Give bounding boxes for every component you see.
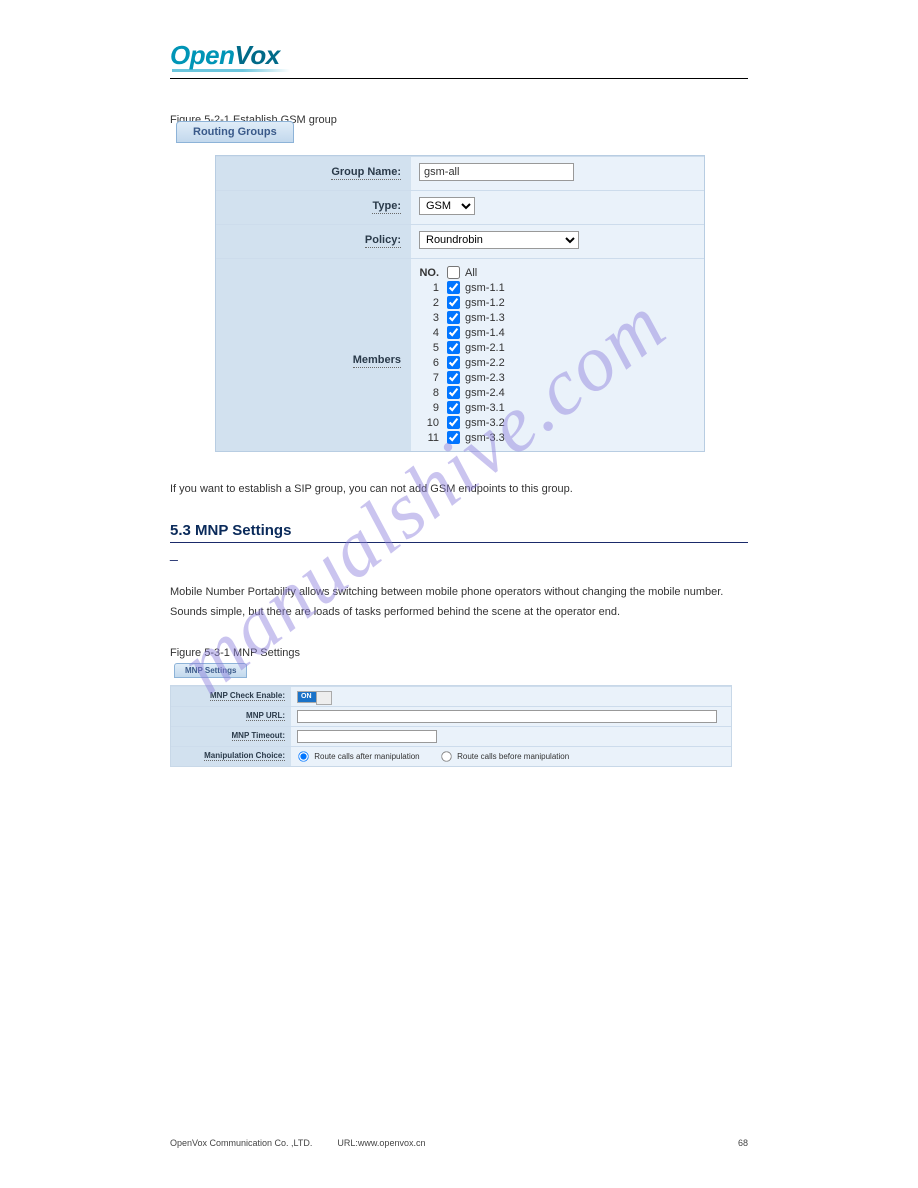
no-header: NO. [419,267,447,279]
member-name: gsm-2.3 [465,372,505,384]
member-no: 6 [419,357,447,369]
member-row: 7 gsm-2.3 [419,370,696,385]
member-checkbox[interactable] [447,341,460,354]
manipulation-row: Manipulation Choice: Route calls after m… [171,746,731,766]
mnp-timeout-row: MNP Timeout: [171,726,731,746]
member-row: 6 gsm-2.2 [419,355,696,370]
paragraph-2: Mobile Number Portability allows switchi… [170,583,748,623]
footer-company: OpenVox Communication Co. ,LTD. [170,1138,312,1148]
mnp-settings-panel: MNP Check Enable: ON MNP URL: MNP Timeou… [170,685,732,767]
member-row: 9 gsm-3.1 [419,400,696,415]
figure2-caption: Figure 5-3-1 MNP Settings [170,647,748,659]
manipulation-label: Manipulation Choice: [204,751,285,761]
policy-label: Policy: [365,234,401,248]
member-row: 8 gsm-2.4 [419,385,696,400]
mnp-timeout-input[interactable] [297,730,437,743]
radio-before[interactable] [441,752,451,762]
member-name: gsm-1.1 [465,282,505,294]
member-name: gsm-1.2 [465,297,505,309]
member-no: 7 [419,372,447,384]
member-checkbox[interactable] [447,371,460,384]
logo: OpenVox [170,40,748,72]
policy-select[interactable]: Roundrobin [419,231,579,249]
member-no: 1 [419,282,447,294]
mnp-enable-toggle[interactable]: ON [297,691,331,703]
member-name: gsm-1.4 [465,327,505,339]
group-name-label: Group Name: [331,166,401,180]
mnp-url-label: MNP URL: [246,711,285,721]
member-no: 8 [419,387,447,399]
member-name: gsm-3.1 [465,402,505,414]
member-name: gsm-3.2 [465,417,505,429]
footer-page: 68 [738,1138,748,1148]
section-heading: 5.3 MNP Settings [170,522,748,539]
radio-before-label[interactable]: Route calls before manipulation [440,752,569,761]
member-checkbox[interactable] [447,311,460,324]
radio-after[interactable] [298,752,308,762]
member-checkbox[interactable] [447,296,460,309]
mnp-settings-tab[interactable]: MNP Settings [174,663,247,678]
member-row: 2 gsm-1.2 [419,295,696,310]
group-name-row: Group Name: [216,156,704,190]
paragraph-1: If you want to establish a SIP group, yo… [170,480,748,500]
member-no: 5 [419,342,447,354]
mnp-url-row: MNP URL: [171,706,731,726]
type-label: Type: [372,200,401,214]
member-name: gsm-2.4 [465,387,505,399]
member-row: 4 gsm-1.4 [419,325,696,340]
members-row: Members NO. All 1 gsm-1.1 2 gsm-1.2 3 gsm-1.3… [216,258,704,451]
header-rule [170,78,748,79]
member-row: 3 gsm-1.3 [419,310,696,325]
member-no: 4 [419,327,447,339]
member-name: gsm-2.1 [465,342,505,354]
type-row: Type: GSM [216,190,704,224]
mnp-enable-row: MNP Check Enable: ON [171,686,731,706]
member-checkbox[interactable] [447,386,460,399]
member-checkbox[interactable] [447,326,460,339]
type-select[interactable]: GSM [419,197,475,215]
footer: OpenVox Communication Co. ,LTD. URL:www.… [170,1138,748,1148]
logo-text: OpenVox [170,40,748,71]
member-name: gsm-1.3 [465,312,505,324]
member-row: 10 gsm-3.2 [419,415,696,430]
member-no: 3 [419,312,447,324]
underscore: _ [170,545,748,561]
routing-groups-panel: Group Name: Type: GSM Policy: Roundrobin [215,155,705,452]
routing-groups-tab[interactable]: Routing Groups [176,121,294,143]
all-checkbox[interactable] [447,266,460,279]
member-name: gsm-2.2 [465,357,505,369]
policy-row: Policy: Roundrobin [216,224,704,258]
members-label: Members [353,354,401,368]
member-row: 1 gsm-1.1 [419,280,696,295]
member-row: 5 gsm-2.1 [419,340,696,355]
member-no: 11 [419,432,447,444]
member-row: 11 gsm-3.3 [419,430,696,445]
group-name-input[interactable] [419,163,574,181]
mnp-url-input[interactable] [297,710,717,723]
member-checkbox[interactable] [447,356,460,369]
member-no: 9 [419,402,447,414]
member-no: 2 [419,297,447,309]
section-rule [170,542,748,543]
member-name: gsm-3.3 [465,432,505,444]
footer-url: URL:www.openvox.cn [337,1138,425,1148]
mnp-timeout-label: MNP Timeout: [232,731,285,741]
mnp-enable-label: MNP Check Enable: [210,691,285,701]
member-checkbox[interactable] [447,281,460,294]
all-label: All [465,267,477,279]
member-no: 10 [419,417,447,429]
member-checkbox[interactable] [447,431,460,444]
radio-after-label[interactable]: Route calls after manipulation [297,752,422,761]
member-checkbox[interactable] [447,416,460,429]
member-checkbox[interactable] [447,401,460,414]
members-list: NO. All 1 gsm-1.1 2 gsm-1.2 3 gsm-1.3 4 gsm-1.4… [419,265,696,445]
